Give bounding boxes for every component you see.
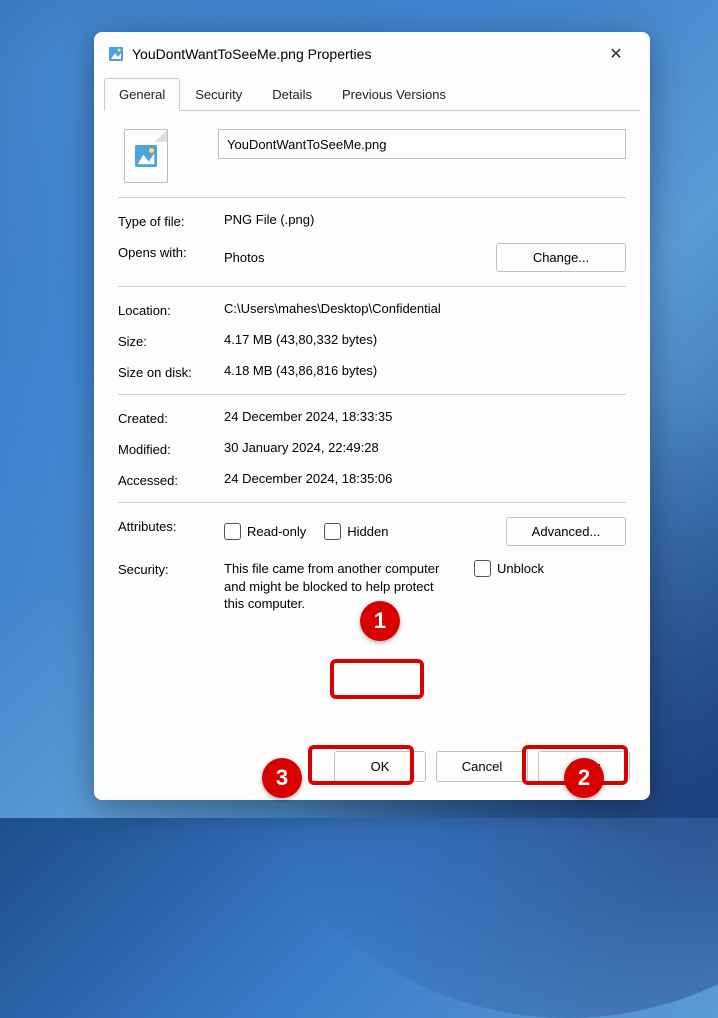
advanced-button[interactable]: Advanced... — [506, 517, 626, 546]
close-button[interactable]: ✕ — [596, 39, 636, 69]
created-label: Created: — [118, 409, 224, 426]
location-label: Location: — [118, 301, 224, 318]
annotation-badge-1: 1 — [360, 601, 400, 641]
checkbox-icon — [324, 523, 341, 540]
hidden-checkbox[interactable]: Hidden — [324, 523, 388, 540]
divider — [118, 502, 626, 503]
size-on-disk-label: Size on disk: — [118, 363, 224, 380]
size-on-disk-value: 4.18 MB (43,86,816 bytes) — [224, 363, 626, 378]
accessed-label: Accessed: — [118, 471, 224, 488]
filename-input[interactable] — [218, 129, 626, 159]
location-value: C:\Users\mahes\Desktop\Confidential — [224, 301, 626, 316]
type-value: PNG File (.png) — [224, 212, 626, 227]
annotation-rect-hidden — [330, 659, 424, 699]
file-type-icon — [108, 46, 124, 62]
unblock-label: Unblock — [497, 561, 544, 576]
created-value: 24 December 2024, 18:33:35 — [224, 409, 626, 424]
file-icon — [124, 129, 168, 183]
size-value: 4.17 MB (43,80,332 bytes) — [224, 332, 626, 347]
attributes-label: Attributes: — [118, 517, 224, 534]
tab-previous-versions[interactable]: Previous Versions — [327, 78, 461, 111]
ok-button[interactable]: OK — [334, 751, 426, 782]
security-label: Security: — [118, 560, 224, 577]
opens-with-label: Opens with: — [118, 243, 224, 260]
tab-details[interactable]: Details — [257, 78, 327, 111]
tab-general[interactable]: General — [104, 78, 180, 111]
type-label: Type of file: — [118, 212, 224, 229]
general-panel: Type of file: PNG File (.png) Opens with… — [104, 110, 640, 737]
security-text: This file came from another computer and… — [224, 560, 454, 613]
checkbox-icon — [474, 560, 491, 577]
divider — [118, 394, 626, 395]
unblock-checkbox[interactable]: Unblock — [474, 560, 544, 577]
close-icon: ✕ — [609, 44, 622, 64]
checkbox-icon — [224, 523, 241, 540]
modified-value: 30 January 2024, 22:49:28 — [224, 440, 626, 455]
opens-with-value: Photos — [224, 250, 486, 265]
dialog-title: YouDontWantToSeeMe.png Properties — [132, 46, 596, 62]
tab-bar: General Security Details Previous Versio… — [94, 78, 650, 111]
divider — [118, 197, 626, 198]
annotation-badge-3: 3 — [262, 758, 302, 798]
tab-security[interactable]: Security — [180, 78, 257, 111]
properties-dialog: YouDontWantToSeeMe.png Properties ✕ Gene… — [94, 32, 650, 800]
size-label: Size: — [118, 332, 224, 349]
accessed-value: 24 December 2024, 18:35:06 — [224, 471, 626, 486]
annotation-badge-2: 2 — [564, 758, 604, 798]
cancel-button[interactable]: Cancel — [436, 751, 528, 782]
modified-label: Modified: — [118, 440, 224, 457]
hidden-label: Hidden — [347, 524, 388, 539]
divider — [118, 286, 626, 287]
titlebar: YouDontWantToSeeMe.png Properties ✕ — [94, 32, 650, 74]
change-button[interactable]: Change... — [496, 243, 626, 272]
readonly-label: Read-only — [247, 524, 306, 539]
readonly-checkbox[interactable]: Read-only — [224, 523, 306, 540]
